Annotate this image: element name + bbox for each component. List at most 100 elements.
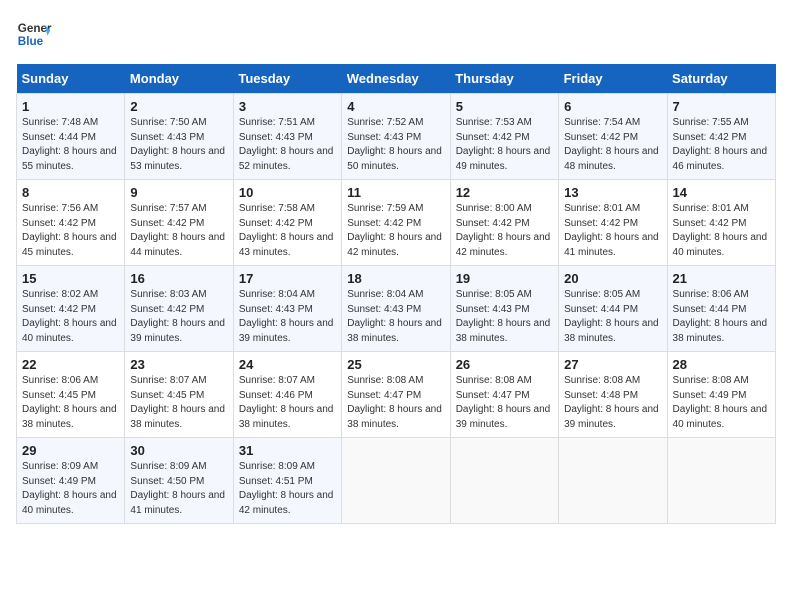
- calendar-header: SundayMondayTuesdayWednesdayThursdayFrid…: [17, 64, 776, 94]
- page-header: General Blue: [16, 16, 776, 52]
- calendar-cell: 10 Sunrise: 7:58 AMSunset: 4:42 PMDayligh…: [233, 180, 341, 266]
- day-info: Sunrise: 7:57 AMSunset: 4:42 PMDaylight:…: [130, 202, 227, 260]
- calendar-cell: 19 Sunrise: 8:05 AMSunset: 4:43 PMDayligh…: [450, 266, 558, 352]
- calendar-cell: 4 Sunrise: 7:52 AMSunset: 4:43 PMDaylight…: [342, 94, 450, 180]
- day-info: Sunrise: 7:56 AMSunset: 4:42 PMDaylight:…: [22, 202, 119, 260]
- calendar-cell: 22Sunrise: 8:06 AMSunset: 4:45 PMDayligh…: [17, 352, 125, 438]
- day-number: 4: [347, 99, 444, 114]
- calendar-cell: [342, 438, 450, 524]
- day-info: Sunrise: 7:58 AMSunset: 4:42 PMDaylight:…: [239, 202, 336, 260]
- calendar-cell: 6Sunrise: 7:54 AMSunset: 4:42 PMDaylight…: [559, 94, 667, 180]
- day-info: Sunrise: 7:48 AMSunset: 4:44 PMDaylight:…: [22, 116, 119, 174]
- calendar-cell: 23 Sunrise: 8:07 AMSunset: 4:45 PMDayligh…: [125, 352, 233, 438]
- day-info: Sunrise: 8:08 AMSunset: 4:48 PMDaylight:…: [564, 374, 661, 432]
- calendar-week-1: 1Sunrise: 7:48 AMSunset: 4:44 PMDaylight…: [17, 94, 776, 180]
- day-info: Sunrise: 8:03 AMSunset: 4:42 PMDaylight:…: [130, 288, 227, 346]
- calendar-cell: 28 Sunrise: 8:08 AMSunset: 4:49 PMDayligh…: [667, 352, 775, 438]
- calendar-cell: 21 Sunrise: 8:06 AMSunset: 4:44 PMDayligh…: [667, 266, 775, 352]
- day-info: Sunrise: 8:00 AMSunset: 4:42 PMDaylight:…: [456, 202, 553, 260]
- day-number: 21: [673, 271, 770, 286]
- calendar-cell: 14 Sunrise: 8:01 AMSunset: 4:42 PMDayligh…: [667, 180, 775, 266]
- day-info: Sunrise: 8:08 AMSunset: 4:47 PMDaylight:…: [347, 374, 444, 432]
- calendar-cell: 11 Sunrise: 7:59 AMSunset: 4:42 PMDayligh…: [342, 180, 450, 266]
- day-number: 23: [130, 357, 227, 372]
- day-info: Sunrise: 8:09 AMSunset: 4:49 PMDaylight:…: [22, 460, 119, 518]
- day-info: Sunrise: 8:01 AMSunset: 4:42 PMDaylight:…: [673, 202, 770, 260]
- calendar-cell: 18Sunrise: 8:04 AMSunset: 4:43 PMDayligh…: [342, 266, 450, 352]
- day-number: 28: [673, 357, 770, 372]
- calendar-cell: 8Sunrise: 7:56 AMSunset: 4:42 PMDaylight…: [17, 180, 125, 266]
- calendar-week-4: 22Sunrise: 8:06 AMSunset: 4:45 PMDayligh…: [17, 352, 776, 438]
- calendar-cell: 7 Sunrise: 7:55 AMSunset: 4:42 PMDaylight…: [667, 94, 775, 180]
- day-info: Sunrise: 7:59 AMSunset: 4:42 PMDaylight:…: [347, 202, 444, 260]
- calendar-cell: 31 Sunrise: 8:09 AMSunset: 4:51 PMDayligh…: [233, 438, 341, 524]
- calendar-cell: 24 Sunrise: 8:07 AMSunset: 4:46 PMDayligh…: [233, 352, 341, 438]
- day-number: 19: [456, 271, 553, 286]
- col-header-sunday: Sunday: [17, 64, 125, 94]
- logo: General Blue: [16, 16, 52, 52]
- day-info: Sunrise: 8:07 AMSunset: 4:46 PMDaylight:…: [239, 374, 336, 432]
- calendar-cell: 26 Sunrise: 8:08 AMSunset: 4:47 PMDayligh…: [450, 352, 558, 438]
- calendar-cell: 3 Sunrise: 7:51 AMSunset: 4:43 PMDaylight…: [233, 94, 341, 180]
- calendar-week-5: 29 Sunrise: 8:09 AMSunset: 4:49 PMDayligh…: [17, 438, 776, 524]
- day-info: Sunrise: 8:05 AMSunset: 4:43 PMDaylight:…: [456, 288, 553, 346]
- col-header-thursday: Thursday: [450, 64, 558, 94]
- day-info: Sunrise: 7:50 AMSunset: 4:43 PMDaylight:…: [130, 116, 227, 174]
- calendar-week-3: 15Sunrise: 8:02 AMSunset: 4:42 PMDayligh…: [17, 266, 776, 352]
- day-number: 7: [673, 99, 770, 114]
- calendar-cell: [559, 438, 667, 524]
- day-number: 30: [130, 443, 227, 458]
- col-header-saturday: Saturday: [667, 64, 775, 94]
- day-number: 24: [239, 357, 336, 372]
- calendar-cell: 2 Sunrise: 7:50 AMSunset: 4:43 PMDaylight…: [125, 94, 233, 180]
- calendar-cell: 16 Sunrise: 8:03 AMSunset: 4:42 PMDayligh…: [125, 266, 233, 352]
- col-header-friday: Friday: [559, 64, 667, 94]
- day-number: 20: [564, 271, 661, 286]
- day-number: 6: [564, 99, 661, 114]
- day-number: 17: [239, 271, 336, 286]
- col-header-monday: Monday: [125, 64, 233, 94]
- day-number: 14: [673, 185, 770, 200]
- calendar-cell: [667, 438, 775, 524]
- day-number: 26: [456, 357, 553, 372]
- day-number: 31: [239, 443, 336, 458]
- day-info: Sunrise: 8:07 AMSunset: 4:45 PMDaylight:…: [130, 374, 227, 432]
- col-header-tuesday: Tuesday: [233, 64, 341, 94]
- day-info: Sunrise: 7:52 AMSunset: 4:43 PMDaylight:…: [347, 116, 444, 174]
- day-number: 5: [456, 99, 553, 114]
- day-info: Sunrise: 7:53 AMSunset: 4:42 PMDaylight:…: [456, 116, 553, 174]
- calendar-cell: 12Sunrise: 8:00 AMSunset: 4:42 PMDayligh…: [450, 180, 558, 266]
- day-number: 29: [22, 443, 119, 458]
- day-info: Sunrise: 8:02 AMSunset: 4:42 PMDaylight:…: [22, 288, 119, 346]
- day-info: Sunrise: 7:51 AMSunset: 4:43 PMDaylight:…: [239, 116, 336, 174]
- day-number: 27: [564, 357, 661, 372]
- calendar-cell: 17Sunrise: 8:04 AMSunset: 4:43 PMDayligh…: [233, 266, 341, 352]
- col-header-wednesday: Wednesday: [342, 64, 450, 94]
- day-number: 16: [130, 271, 227, 286]
- calendar-cell: 15Sunrise: 8:02 AMSunset: 4:42 PMDayligh…: [17, 266, 125, 352]
- calendar-cell: 1Sunrise: 7:48 AMSunset: 4:44 PMDaylight…: [17, 94, 125, 180]
- day-info: Sunrise: 8:08 AMSunset: 4:49 PMDaylight:…: [673, 374, 770, 432]
- svg-text:Blue: Blue: [18, 35, 44, 48]
- day-number: 22: [22, 357, 119, 372]
- day-info: Sunrise: 8:09 AMSunset: 4:50 PMDaylight:…: [130, 460, 227, 518]
- day-number: 9: [130, 185, 227, 200]
- day-number: 2: [130, 99, 227, 114]
- day-info: Sunrise: 7:55 AMSunset: 4:42 PMDaylight:…: [673, 116, 770, 174]
- day-info: Sunrise: 8:09 AMSunset: 4:51 PMDaylight:…: [239, 460, 336, 518]
- calendar-cell: 29 Sunrise: 8:09 AMSunset: 4:49 PMDayligh…: [17, 438, 125, 524]
- day-info: Sunrise: 8:01 AMSunset: 4:42 PMDaylight:…: [564, 202, 661, 260]
- day-info: Sunrise: 8:08 AMSunset: 4:47 PMDaylight:…: [456, 374, 553, 432]
- calendar-cell: 30 Sunrise: 8:09 AMSunset: 4:50 PMDayligh…: [125, 438, 233, 524]
- day-info: Sunrise: 8:05 AMSunset: 4:44 PMDaylight:…: [564, 288, 661, 346]
- day-info: Sunrise: 8:04 AMSunset: 4:43 PMDaylight:…: [347, 288, 444, 346]
- calendar-cell: 20 Sunrise: 8:05 AMSunset: 4:44 PMDayligh…: [559, 266, 667, 352]
- day-number: 13: [564, 185, 661, 200]
- day-number: 10: [239, 185, 336, 200]
- logo-icon: General Blue: [16, 16, 52, 52]
- day-info: Sunrise: 8:06 AMSunset: 4:44 PMDaylight:…: [673, 288, 770, 346]
- calendar-cell: 9 Sunrise: 7:57 AMSunset: 4:42 PMDaylight…: [125, 180, 233, 266]
- day-number: 3: [239, 99, 336, 114]
- day-number: 11: [347, 185, 444, 200]
- calendar-table: SundayMondayTuesdayWednesdayThursdayFrid…: [16, 64, 776, 524]
